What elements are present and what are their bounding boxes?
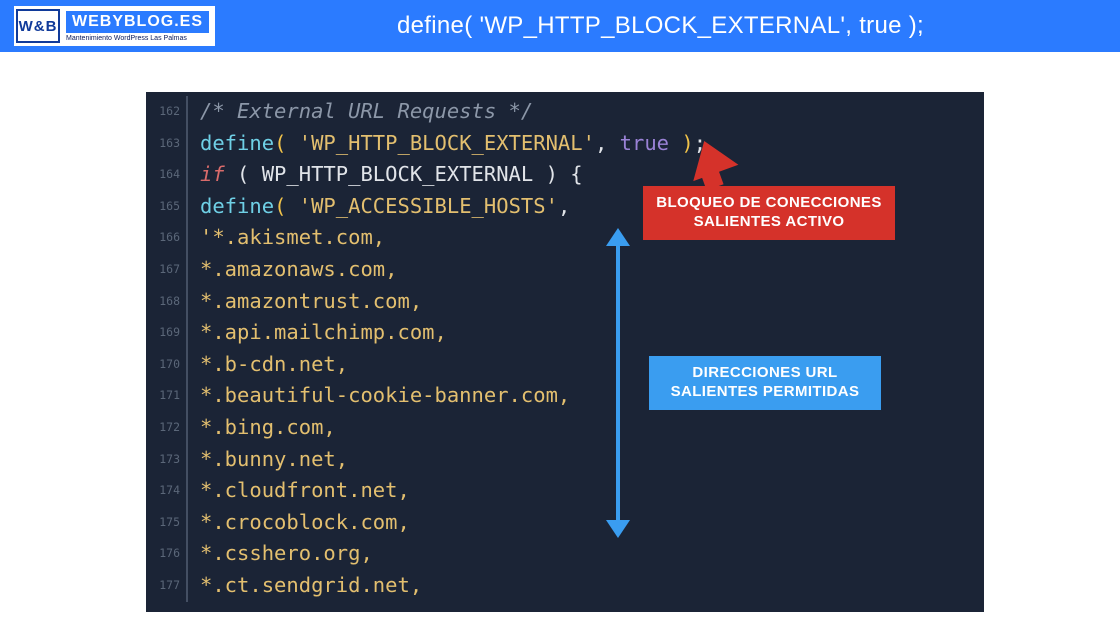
code-line: 176*.csshero.org, (146, 538, 984, 570)
logo-tagline: Mantenimiento WordPress Las Palmas (66, 35, 187, 42)
code-text: if ( WP_HTTP_BLOCK_EXTERNAL ) { (188, 159, 583, 191)
code-text: *.amazontrust.com, (188, 286, 422, 318)
line-number: 165 (146, 191, 188, 223)
logo-text-group: WEBYBLOG.ES Mantenimiento WordPress Las … (66, 11, 209, 42)
code-line: 163define( 'WP_HTTP_BLOCK_EXTERNAL', tru… (146, 128, 984, 160)
code-line: 174*.cloudfront.net, (146, 475, 984, 507)
page-title: define( 'WP_HTTP_BLOCK_EXTERNAL', true )… (215, 12, 1106, 40)
logo: W&B WEBYBLOG.ES Mantenimiento WordPress … (14, 6, 215, 46)
code-text: *.cloudfront.net, (188, 475, 410, 507)
logo-name: WEBYBLOG.ES (66, 11, 209, 33)
double-arrow-line-icon (616, 242, 620, 526)
code-line: 168*.amazontrust.com, (146, 286, 984, 318)
code-text: *.b-cdn.net, (188, 349, 348, 381)
code-line: 173*.bunny.net, (146, 444, 984, 476)
code-text: *.beautiful-cookie-banner.com, (188, 380, 570, 412)
line-number: 162 (146, 96, 188, 128)
content-stage: 162/* External URL Requests */163define(… (0, 52, 1120, 630)
code-line: 169*.api.mailchimp.com, (146, 317, 984, 349)
line-number: 164 (146, 159, 188, 191)
line-number: 171 (146, 380, 188, 412)
line-number: 168 (146, 286, 188, 318)
annotation-red-label: BLOQUEO DE CONECCIONES SALIENTES ACTIVO (643, 186, 895, 240)
code-line: 175*.crocoblock.com, (146, 507, 984, 539)
double-arrow-down-icon (606, 520, 630, 538)
line-number: 173 (146, 444, 188, 476)
code-text: define( 'WP_ACCESSIBLE_HOSTS', (188, 191, 570, 223)
line-number: 166 (146, 222, 188, 254)
code-text: *.bunny.net, (188, 444, 348, 476)
line-number: 174 (146, 475, 188, 507)
code-text: *.bing.com, (188, 412, 336, 444)
code-text: *.api.mailchimp.com, (188, 317, 447, 349)
code-text: *.amazonaws.com, (188, 254, 397, 286)
code-block: 162/* External URL Requests */163define(… (146, 92, 984, 602)
code-text: define( 'WP_HTTP_BLOCK_EXTERNAL', true )… (188, 128, 706, 160)
header-bar: W&B WEBYBLOG.ES Mantenimiento WordPress … (0, 0, 1120, 52)
code-text: /* External URL Requests */ (188, 96, 533, 128)
code-line: 172*.bing.com, (146, 412, 984, 444)
annotation-blue-label: DIRECCIONES URL SALIENTES PERMITIDAS (649, 356, 881, 410)
line-number: 163 (146, 128, 188, 160)
line-number: 170 (146, 349, 188, 381)
logo-badge: W&B (16, 9, 60, 43)
line-number: 167 (146, 254, 188, 286)
line-number: 169 (146, 317, 188, 349)
code-text: *.crocoblock.com, (188, 507, 410, 539)
code-text: '*.akismet.com, (188, 222, 385, 254)
code-line: 167*.amazonaws.com, (146, 254, 984, 286)
code-line: 177*.ct.sendgrid.net, (146, 570, 984, 602)
code-line: 162/* External URL Requests */ (146, 96, 984, 128)
line-number: 177 (146, 570, 188, 602)
line-number: 172 (146, 412, 188, 444)
code-text: *.ct.sendgrid.net, (188, 570, 422, 602)
code-editor: 162/* External URL Requests */163define(… (146, 92, 984, 612)
line-number: 175 (146, 507, 188, 539)
line-number: 176 (146, 538, 188, 570)
code-text: *.csshero.org, (188, 538, 373, 570)
